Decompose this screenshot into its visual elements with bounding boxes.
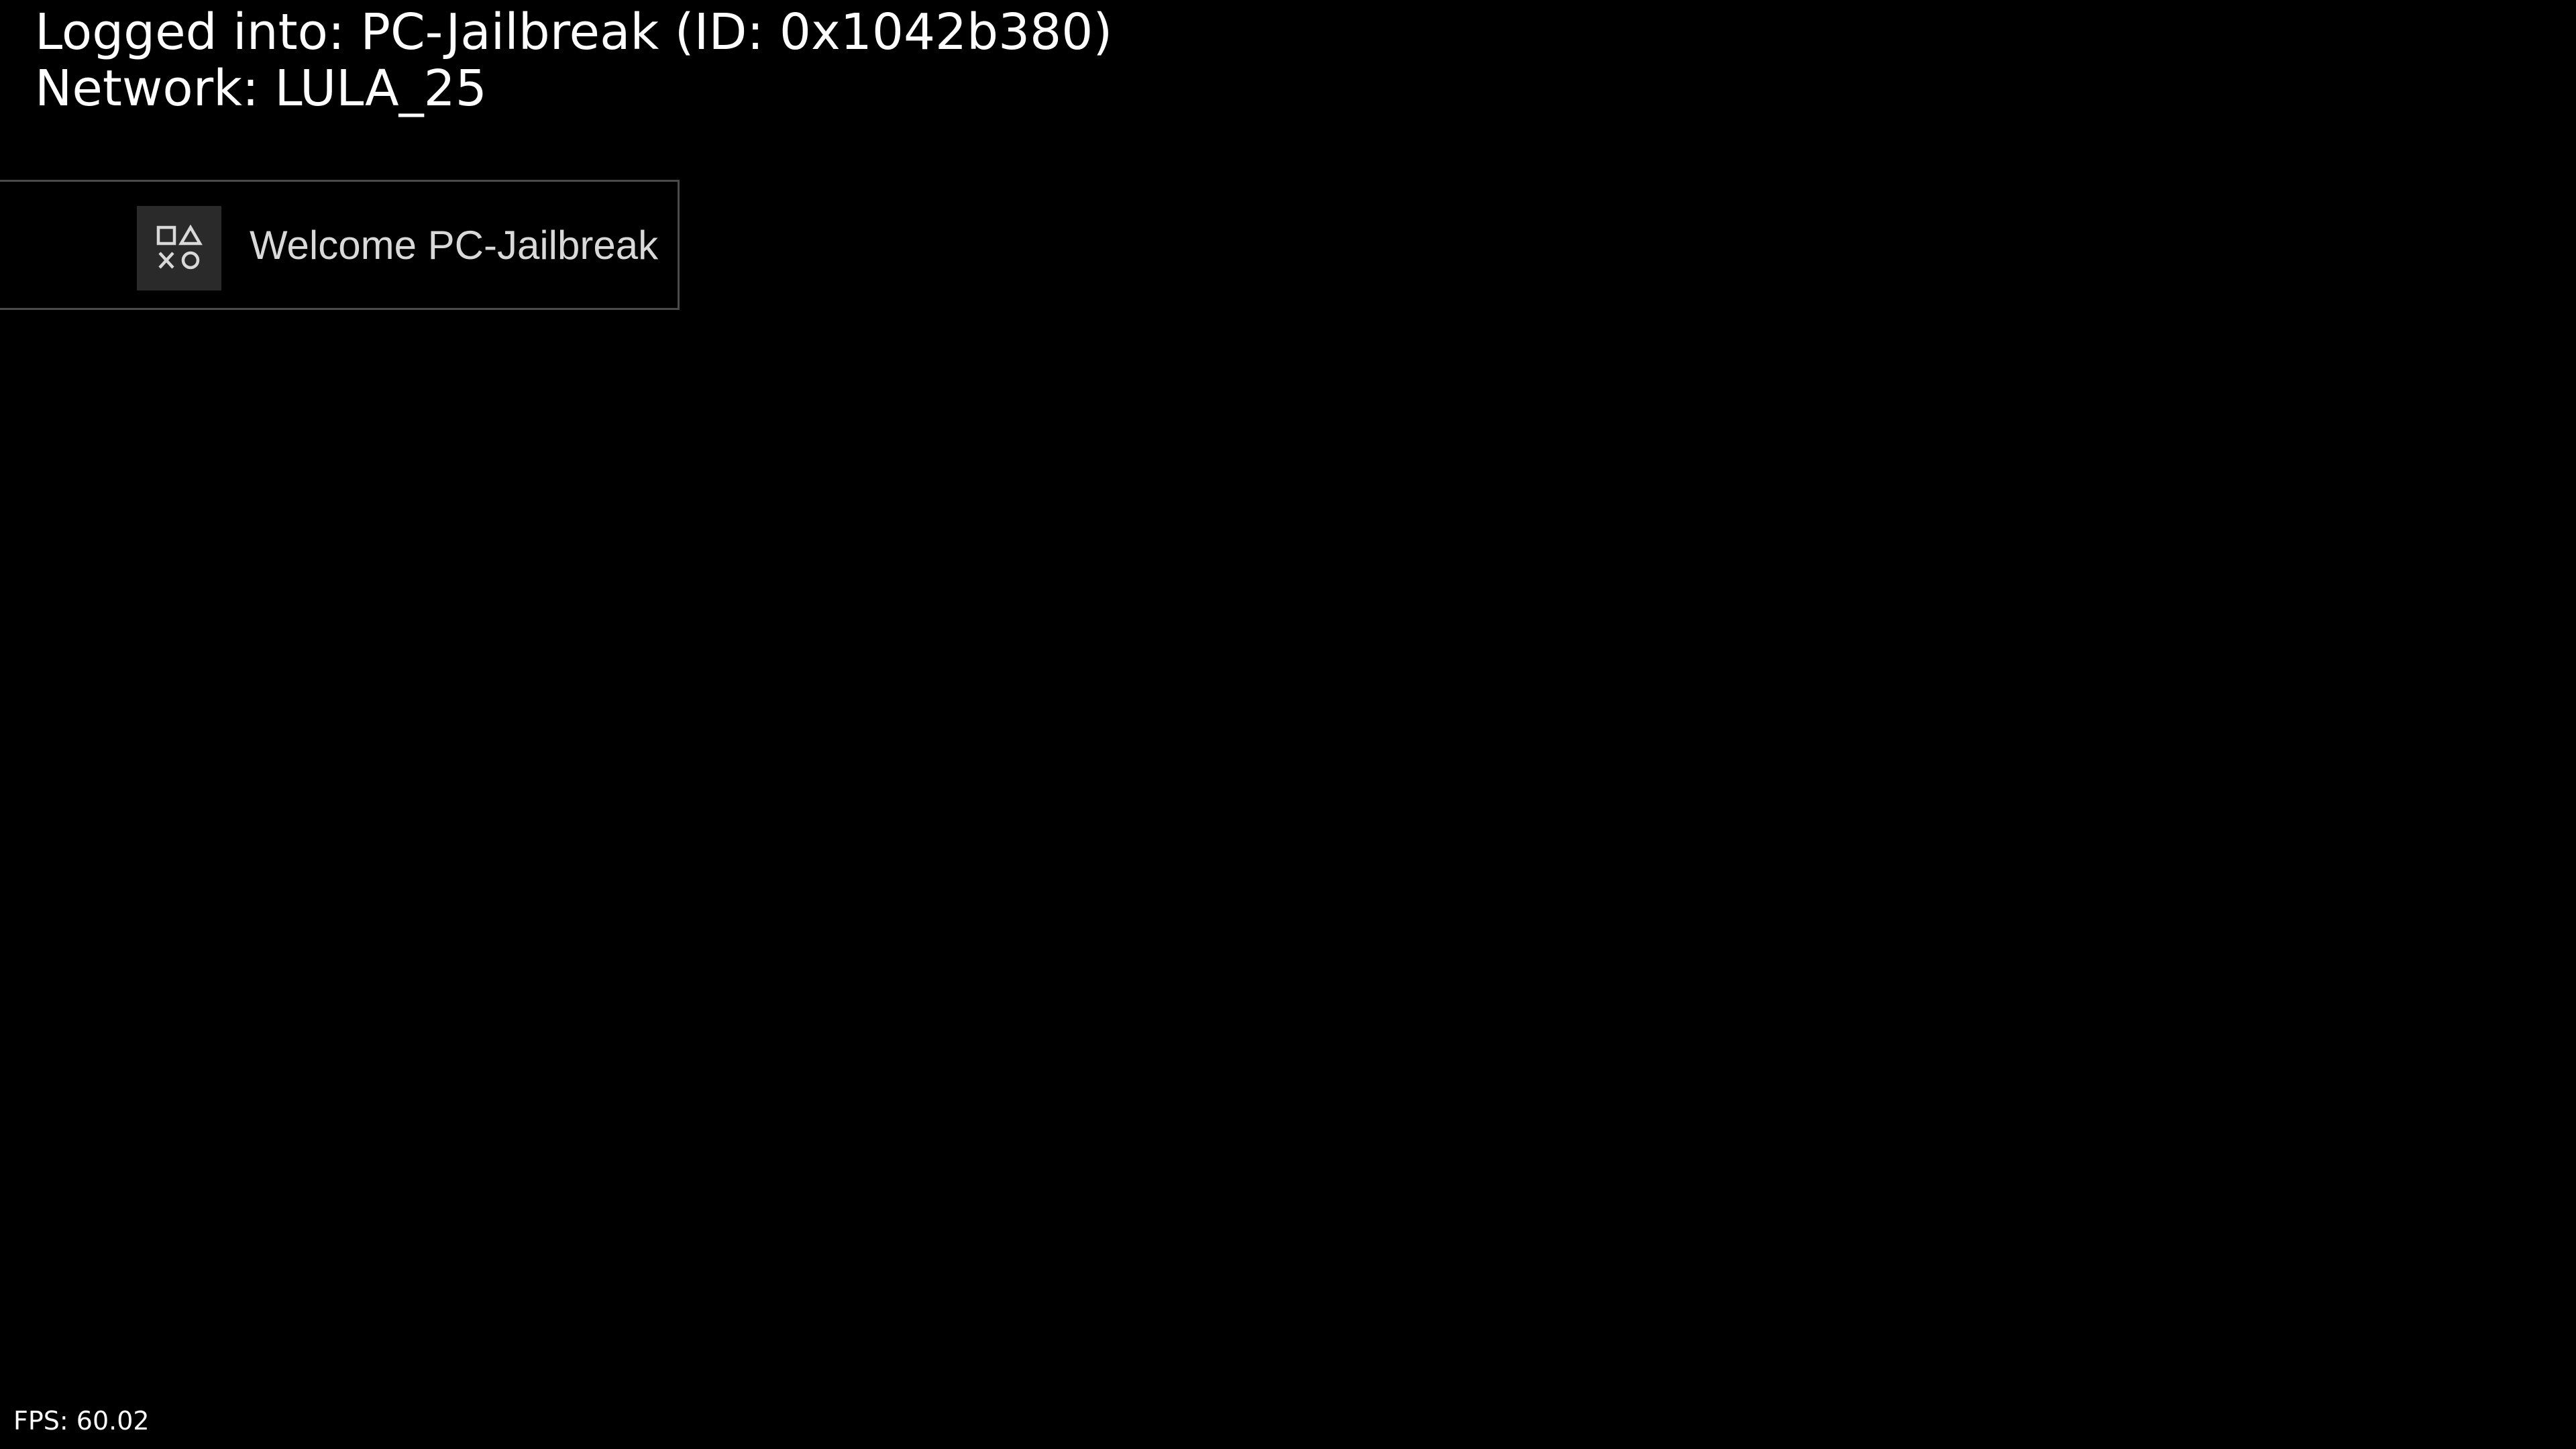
status-overlay: Logged into: PC-Jailbreak (ID: 0x1042b38… [35, 4, 1112, 117]
notification-message: Welcome PC-Jailbreak [250, 222, 659, 268]
logged-in-status: Logged into: PC-Jailbreak (ID: 0x1042b38… [35, 3, 1113, 61]
fps-counter: FPS: 60.02 [13, 1406, 150, 1436]
welcome-notification: Welcome PC-Jailbreak [0, 180, 680, 310]
network-status: Network: LULA_25 [35, 60, 487, 117]
playstation-shapes-icon [137, 206, 221, 290]
